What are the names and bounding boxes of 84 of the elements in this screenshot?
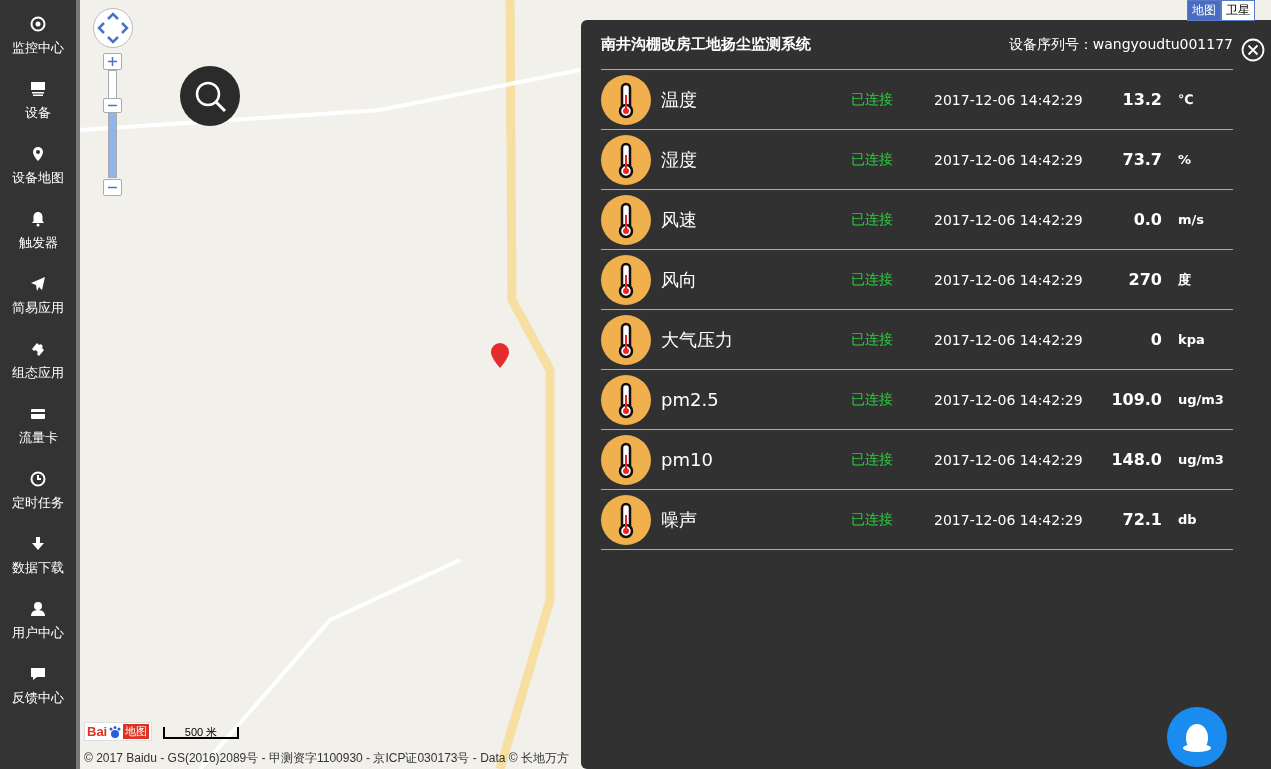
thermometer-icon — [601, 494, 651, 545]
sensor-name: 温度 — [660, 87, 698, 112]
sensor-value: 73.7 — [1121, 150, 1162, 169]
timestamp: 2017-12-06 14:42:29 — [934, 271, 1084, 288]
thermometer-icon — [601, 74, 651, 125]
zoom-slider[interactable] — [103, 70, 122, 178]
sensor-value: 270 — [1127, 270, 1162, 289]
sensor-name: 大气压力 — [660, 327, 734, 352]
sidebar-item[interactable]: 设备地图 — [0, 146, 76, 211]
unit-label: db — [1177, 512, 1197, 527]
map-scale: 500 米 — [163, 727, 239, 739]
thermometer-icon — [601, 314, 651, 365]
plus-icon — [108, 57, 117, 66]
timestamp: 2017-12-06 14:42:29 — [934, 151, 1084, 168]
unit-label: 度 — [1177, 270, 1191, 289]
sensor-name: 湿度 — [660, 147, 698, 172]
timestamp: 2017-12-06 14:42:29 — [934, 331, 1084, 348]
thermometer-icon — [601, 434, 651, 485]
device-serial: 设备序列号：wangyoudtu001177 — [1008, 35, 1233, 54]
sensor-value: 148.0 — [1110, 450, 1162, 469]
timestamp: 2017-12-06 14:42:29 — [934, 451, 1084, 468]
sidebar-item[interactable]: 组态应用 — [0, 341, 76, 406]
sensor-name: 风向 — [660, 267, 698, 292]
zoom-out-button[interactable] — [103, 179, 122, 196]
sensor-value: 109.0 — [1110, 390, 1162, 409]
connection-status: 已连接 — [851, 150, 894, 169]
sidebar-item[interactable]: 数据下载 — [0, 536, 76, 601]
thermometer-icon — [601, 194, 651, 245]
map-logo: Bai 地图 — [84, 722, 153, 741]
unit-label: ug/m3 — [1177, 452, 1224, 467]
unit-label: ℃ — [1177, 92, 1194, 107]
unit-label: kpa — [1177, 332, 1205, 347]
unit-label: % — [1177, 152, 1192, 167]
timestamp: 2017-12-06 14:42:29 — [934, 91, 1084, 108]
connection-status: 已连接 — [851, 510, 894, 529]
connection-status: 已连接 — [851, 450, 894, 469]
target-icon — [30, 16, 46, 32]
thermometer-icon — [601, 134, 651, 185]
zoom-in-button[interactable] — [103, 53, 122, 70]
sensor-name: pm10 — [660, 449, 714, 470]
sidebar-item[interactable]: 简易应用 — [0, 276, 76, 341]
user-icon — [30, 601, 46, 617]
timestamp: 2017-12-06 14:42:29 — [934, 391, 1084, 408]
zoom-slider-thumb[interactable] — [103, 98, 122, 114]
sidebar-item[interactable]: 用户中心 — [0, 601, 76, 666]
plane-icon — [30, 276, 46, 292]
map-type-tab[interactable]: 卫星 — [1221, 0, 1255, 21]
clock-icon — [30, 471, 46, 487]
download-icon — [30, 536, 46, 552]
sidebar-item[interactable]: 流量卡 — [0, 406, 76, 471]
chat-icon — [30, 666, 46, 682]
card-icon — [30, 406, 46, 422]
bell-icon — [30, 211, 46, 227]
connection-status: 已连接 — [851, 330, 894, 349]
sensor-name: pm2.5 — [660, 389, 720, 410]
sensor-name: 噪声 — [660, 507, 698, 532]
map-copyright: © 2017 Baidu - GS(2016)2089号 - 甲测资字1100930 - 京ICP证030173号 - Data © 长地万方 — [84, 750, 569, 767]
unit-label: ug/m3 — [1177, 392, 1224, 407]
sidebar-item[interactable]: 监控中心 — [0, 16, 76, 81]
thermometer-icon — [601, 254, 651, 305]
sensor-value: 0.0 — [1132, 210, 1162, 229]
sensor-value: 13.2 — [1121, 90, 1162, 109]
thermometer-icon — [601, 374, 651, 425]
unit-label: m/s — [1177, 212, 1205, 227]
sensor-value: 0 — [1149, 330, 1162, 349]
sidebar-item[interactable]: 定时任务 — [0, 471, 76, 536]
timestamp: 2017-12-06 14:42:29 — [934, 211, 1084, 228]
connection-status: 已连接 — [851, 270, 894, 289]
connection-status: 已连接 — [851, 210, 894, 229]
puzzle-icon — [30, 341, 46, 357]
sidebar-item[interactable]: 触发器 — [0, 211, 76, 276]
map-type-tab[interactable]: 地图 — [1187, 0, 1221, 21]
map-marker-icon[interactable] — [490, 342, 512, 370]
sidebar-item[interactable]: 反馈中心 — [0, 666, 76, 731]
connection-status: 已连接 — [851, 390, 894, 409]
timestamp: 2017-12-06 14:42:29 — [934, 511, 1084, 528]
sensor-value: 72.1 — [1121, 510, 1162, 529]
monitor-icon — [30, 81, 46, 97]
sidebar-item[interactable]: 设备 — [0, 81, 76, 146]
close-icon[interactable] — [1241, 38, 1265, 62]
panel-title: 南井沟棚改房工地扬尘监测系统 — [601, 35, 811, 54]
sensor-name: 风速 — [660, 207, 698, 232]
pin-icon — [30, 146, 46, 162]
connection-status: 已连接 — [851, 90, 894, 109]
